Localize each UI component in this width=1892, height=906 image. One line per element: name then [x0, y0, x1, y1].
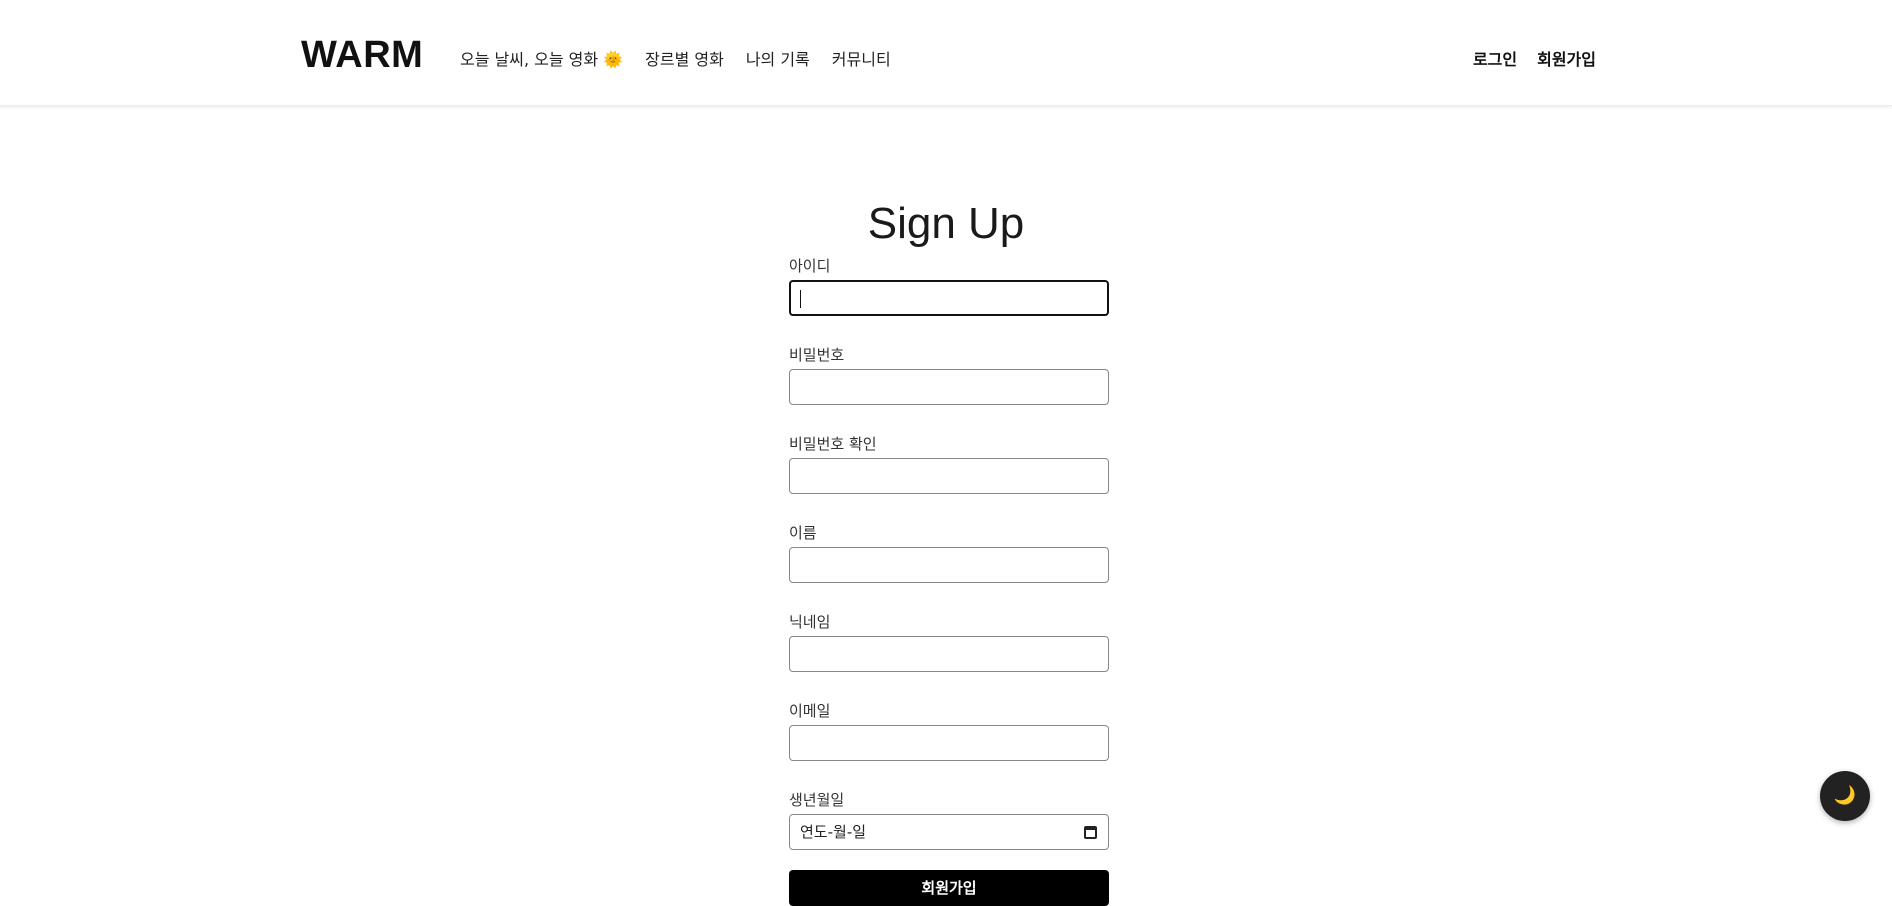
password-confirm-input[interactable]: [789, 458, 1109, 494]
nickname-label: 닉네임: [789, 613, 831, 631]
text-caret: [800, 290, 801, 308]
birthdate-input[interactable]: 연도-월-일: [789, 814, 1109, 850]
password-input[interactable]: [789, 369, 1109, 405]
page-title: Sign Up: [867, 199, 1025, 248]
signup-form: 아이디 비밀번호 비밀번호 확인 이름 닉네임 이메일 생년월일 연도-월-일 …: [789, 256, 1109, 906]
moon-icon: 🌙: [1833, 785, 1857, 806]
password-label: 비밀번호: [789, 346, 845, 364]
email-label: 이메일: [789, 702, 831, 720]
nav-item-my-records[interactable]: 나의 기록: [746, 48, 810, 72]
signup-link[interactable]: 회원가입: [1537, 48, 1596, 72]
login-link[interactable]: 로그인: [1473, 48, 1517, 72]
nav-item-community[interactable]: 커뮤니티: [832, 48, 891, 72]
theme-toggle-button[interactable]: 🌙: [1820, 771, 1870, 821]
username-label: 아이디: [789, 257, 831, 275]
calendar-icon[interactable]: [1084, 826, 1097, 839]
nickname-input[interactable]: [789, 636, 1109, 672]
top-navbar: WARM 오늘 날씨, 오늘 영화 🌞 장르별 영화 나의 기록 커뮤니티 로그…: [0, 0, 1892, 106]
birthdate-placeholder: 연도-월-일: [800, 823, 867, 841]
logo[interactable]: WARM: [301, 34, 423, 76]
name-label: 이름: [789, 524, 817, 542]
nav-item-weather-movie[interactable]: 오늘 날씨, 오늘 영화 🌞: [460, 48, 623, 72]
name-input[interactable]: [789, 547, 1109, 583]
email-input[interactable]: [789, 725, 1109, 761]
auth-nav: 로그인 회원가입: [1473, 48, 1596, 72]
nav-item-genre-movies[interactable]: 장르별 영화: [645, 48, 724, 72]
main-nav: 오늘 날씨, 오늘 영화 🌞 장르별 영화 나의 기록 커뮤니티: [460, 48, 891, 72]
username-input[interactable]: [789, 280, 1109, 316]
birthdate-label: 생년월일: [789, 791, 845, 809]
password-confirm-label: 비밀번호 확인: [789, 435, 877, 453]
signup-submit-button[interactable]: 회원가입: [789, 870, 1109, 906]
